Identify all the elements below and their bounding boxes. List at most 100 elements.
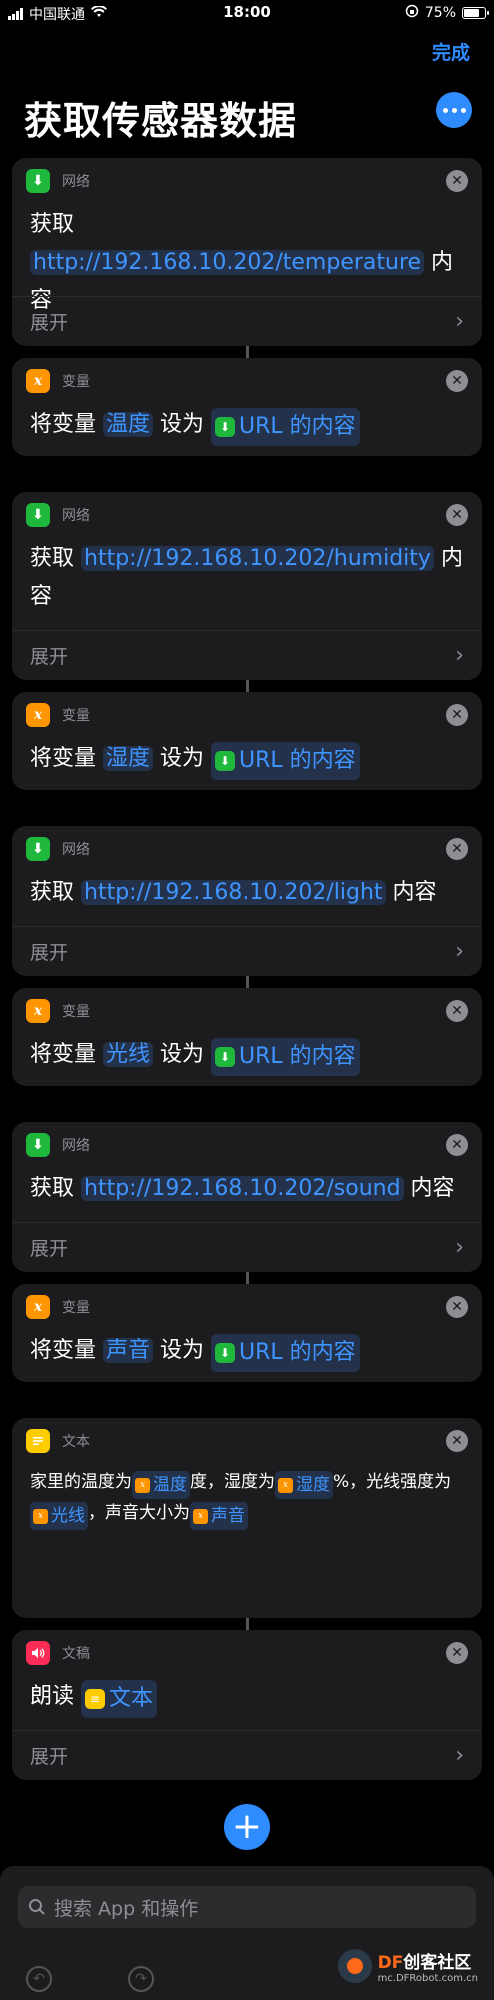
variable-token[interactable]: x 声音 [190, 1502, 248, 1530]
action-verb: 获取 [30, 880, 75, 905]
get-url-action-light[interactable]: ⬇ 网络 ✕ 获取 http://192.168.10.202/light 内容… [12, 826, 482, 976]
action-body: 将变量 湿度 设为 ⬇ URL 的内容 [12, 738, 482, 780]
close-icon[interactable]: ✕ [446, 370, 468, 392]
action-category: 文本 [62, 1434, 90, 1450]
close-icon[interactable]: ✕ [446, 1430, 468, 1452]
redo-button[interactable]: ↷ [128, 1966, 154, 1992]
close-icon[interactable]: ✕ [446, 1000, 468, 1022]
expand-row[interactable]: 展开 › [12, 1730, 482, 1780]
close-icon[interactable]: ✕ [446, 838, 468, 860]
action-verb: 获取 [30, 546, 75, 571]
download-arrow-icon: ⬇ [26, 503, 50, 527]
variable-x-icon: x [278, 1477, 293, 1493]
done-button[interactable]: 完成 [432, 38, 470, 65]
redo-icon: ↷ [135, 1971, 147, 1987]
close-icon[interactable]: ✕ [446, 170, 468, 192]
card-header: x 变量 ✕ [12, 988, 482, 1034]
close-icon[interactable]: ✕ [446, 1134, 468, 1156]
get-url-action-temperature[interactable]: ⬇ 网络 ✕ 获取 http://192.168.10.202/temperat… [12, 158, 482, 346]
card-header: 文本 ✕ [12, 1418, 482, 1464]
variable-x-icon: x [193, 1508, 208, 1524]
speaker-icon [26, 1641, 50, 1665]
action-body: 朗读 ≡ 文本 [12, 1676, 482, 1718]
more-dot-icon [442, 107, 448, 113]
bottom-sheet: 搜索 App 和操作 ↶ ↷ DF创客社区 mc.DFRobot.com.cn [0, 1866, 494, 2000]
variable-x-icon: x [26, 999, 50, 1023]
text-fragment: 度，湿度为 [190, 1472, 275, 1492]
variable-x-icon: x [26, 1295, 50, 1319]
action-verb: 朗读 [30, 1684, 75, 1709]
action-category: 网络 [62, 1138, 90, 1154]
expand-row[interactable]: 展开 › [12, 1222, 482, 1272]
expand-label: 展开 [30, 1238, 69, 1260]
variable-token[interactable]: 声音 [103, 1338, 154, 1363]
variable-token[interactable]: x 湿度 [275, 1471, 333, 1499]
action-body: 获取 http://192.168.10.202/sound 内容 [12, 1168, 482, 1208]
download-arrow-icon: ⬇ [215, 417, 236, 437]
value-token[interactable]: ≡ 文本 [81, 1680, 158, 1718]
url-token[interactable]: http://192.168.10.202/temperature [30, 250, 425, 275]
variable-token[interactable]: 光线 [103, 1042, 154, 1067]
card-header: ⬇ 网络 ✕ [12, 1122, 482, 1168]
expand-label: 展开 [30, 942, 69, 964]
card-header: ⬇ 网络 ✕ [12, 158, 482, 204]
download-arrow-icon: ⬇ [215, 751, 236, 771]
set-variable-action-1[interactable]: x 变量 ✕ 将变量 温度 设为 ⬇ URL 的内容 [12, 358, 482, 456]
get-url-action-sound[interactable]: ⬇ 网络 ✕ 获取 http://192.168.10.202/sound 内容… [12, 1122, 482, 1272]
undo-button[interactable]: ↶ [26, 1966, 52, 1992]
expand-row[interactable]: 展开 › [12, 926, 482, 976]
set-variable-action-3[interactable]: x 变量 ✕ 将变量 光线 设为 ⬇ URL 的内容 [12, 988, 482, 1086]
action-body: 获取 http://192.168.10.202/humidity 内容 [12, 538, 482, 616]
close-icon[interactable]: ✕ [446, 1642, 468, 1664]
variable-label: 光线 [51, 1506, 85, 1526]
close-icon[interactable]: ✕ [446, 1296, 468, 1318]
variable-token[interactable]: x 光线 [30, 1502, 88, 1530]
close-icon[interactable]: ✕ [446, 704, 468, 726]
card-header: 文稿 ✕ [12, 1630, 482, 1676]
chevron-right-icon: › [455, 643, 464, 668]
more-button[interactable] [436, 92, 472, 128]
variable-x-icon: x [33, 1508, 48, 1524]
url-token[interactable]: http://192.168.10.202/light [81, 880, 386, 905]
value-token[interactable]: ⬇ URL 的内容 [211, 1038, 360, 1076]
variable-label: 温度 [153, 1475, 187, 1495]
variable-token[interactable]: x 温度 [132, 1471, 190, 1499]
action-body: 将变量 温度 设为 ⬇ URL 的内容 [12, 404, 482, 446]
text-content[interactable]: 家里的温度为 x 温度 度，湿度为 x 湿度 %，光线强度为 x 光线 ，声音大小为 x 声音 [12, 1464, 482, 1530]
action-category: 变量 [62, 374, 90, 390]
battery-icon [462, 7, 489, 19]
plus-icon: + [231, 1806, 263, 1847]
url-token[interactable]: http://192.168.10.202/humidity [81, 546, 434, 571]
value-token[interactable]: ⬇ URL 的内容 [211, 1334, 360, 1372]
value-token[interactable]: ⬇ URL 的内容 [211, 408, 360, 446]
dfrobot-logo-icon [337, 1949, 372, 1983]
variable-token[interactable]: 湿度 [103, 746, 154, 771]
value-label: URL 的内容 [239, 748, 356, 773]
card-header: ⬇ 网络 ✕ [12, 826, 482, 872]
text-action[interactable]: 文本 ✕ 家里的温度为 x 温度 度，湿度为 x 湿度 %，光线强度为 x 光线 ，声音大小为 x 声… [12, 1418, 482, 1618]
set-variable-action-4[interactable]: x 变量 ✕ 将变量 声音 设为 ⬇ URL 的内容 [12, 1284, 482, 1382]
speak-action[interactable]: 文稿 ✕ 朗读 ≡ 文本 展开 › [12, 1630, 482, 1780]
variable-token[interactable]: 温度 [103, 412, 154, 437]
url-token[interactable]: http://192.168.10.202/sound [81, 1176, 404, 1201]
action-category: 文稿 [62, 1646, 90, 1662]
value-label: URL 的内容 [239, 414, 356, 439]
value-token[interactable]: ⬇ URL 的内容 [211, 742, 360, 780]
undo-icon: ↶ [33, 1971, 45, 1987]
search-field[interactable]: 搜索 App 和操作 [18, 1886, 476, 1928]
add-action-button[interactable]: + [224, 1804, 270, 1850]
get-url-action-humidity[interactable]: ⬇ 网络 ✕ 获取 http://192.168.10.202/humidity… [12, 492, 482, 680]
chevron-right-icon: › [455, 1235, 464, 1260]
expand-row[interactable]: 展开 › [12, 630, 482, 680]
search-placeholder: 搜索 App 和操作 [54, 1897, 199, 1920]
close-icon[interactable]: ✕ [446, 504, 468, 526]
text-fragment: %，光线强度为 [333, 1472, 452, 1492]
set-variable-action-2[interactable]: x 变量 ✕ 将变量 湿度 设为 ⬇ URL 的内容 [12, 692, 482, 790]
expand-row[interactable]: 展开 › [12, 296, 482, 346]
card-header: ⬇ 网络 ✕ [12, 492, 482, 538]
watermark-text: DF创客社区 mc.DFRobot.com.cn [378, 1948, 478, 1984]
action-mid: 设为 [160, 746, 205, 771]
expand-label: 展开 [30, 646, 69, 668]
text-lines-icon: ≡ [85, 1689, 106, 1709]
download-arrow-icon: ⬇ [215, 1343, 236, 1363]
